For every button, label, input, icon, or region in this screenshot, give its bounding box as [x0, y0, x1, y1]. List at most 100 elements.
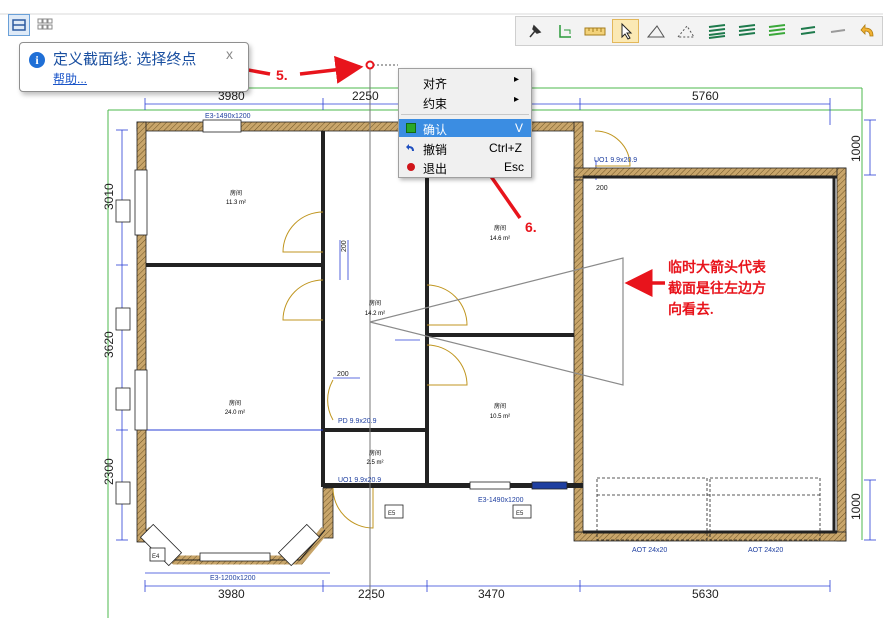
- section-line-tool-button[interactable]: [8, 14, 30, 36]
- stack-layers-button[interactable]: [703, 19, 730, 43]
- help-link[interactable]: 帮助...: [53, 70, 87, 87]
- tooltip-close-button[interactable]: x: [226, 46, 233, 62]
- stack-layers-icon: [708, 24, 725, 39]
- room-4-name: 房间: [229, 399, 241, 407]
- undo-icon: [406, 144, 414, 151]
- e4-label: E4: [152, 554, 160, 560]
- menu-item-undo[interactable]: 撤销 Ctrl+Z: [399, 139, 531, 157]
- pointer-icon: [621, 22, 632, 40]
- menu-item-label: 对齐: [423, 77, 448, 91]
- submenu-arrow-icon: ▸: [514, 94, 520, 105]
- dim-bottom-4: 5630: [692, 587, 719, 601]
- menu-item-label: 撤销: [423, 143, 448, 157]
- ruler-icon: [584, 27, 606, 36]
- dim-bottom-2: 2250: [358, 587, 385, 601]
- snap-corner-icon: [559, 25, 571, 38]
- menu-item-constraint[interactable]: 约束 ▸: [399, 93, 531, 111]
- room-1-area: 11.3 m²: [226, 200, 246, 206]
- dim-left-2: 3620: [102, 331, 116, 358]
- dim-small-1: 200: [596, 185, 608, 192]
- room-2-area: 14.6 m²: [490, 236, 510, 242]
- grid-view-icon: [37, 18, 53, 30]
- menu-item-confirm[interactable]: 确认 V: [399, 119, 531, 137]
- snap-corner-button[interactable]: [551, 19, 578, 43]
- grid-view-button[interactable]: [34, 14, 56, 36]
- stack-layers-alt-button[interactable]: [733, 19, 760, 43]
- undo-arrow-icon: [860, 23, 874, 37]
- room-3-area: 14.2 m²: [365, 311, 385, 317]
- note-line-3: 向看去.: [668, 301, 714, 318]
- triangle-icon: [646, 25, 665, 38]
- double-line-button[interactable]: [794, 19, 821, 43]
- pin-button[interactable]: [521, 19, 548, 43]
- room-1-name: 房间: [230, 189, 242, 197]
- toolbar-right: [515, 16, 883, 46]
- door-label-1: UO1 9.9x20.9: [594, 157, 637, 164]
- triangle-button[interactable]: [642, 19, 669, 43]
- context-menu: 对齐 ▸ 约束 ▸ 确认 V 撤销 Ctrl+Z 退出 Esc: [398, 68, 532, 178]
- section-line-icon: [12, 19, 26, 31]
- window-label-bottom-mid: E3-1490x1200: [478, 497, 524, 504]
- dim-left-3: 2300: [102, 458, 116, 485]
- dim-small-3: 200: [341, 240, 348, 252]
- dim-top-2: 2250: [352, 89, 379, 103]
- menu-separator: [401, 114, 529, 115]
- dim-top-3: 5760: [692, 89, 719, 103]
- menu-item-label: 退出: [423, 162, 448, 176]
- ruler-button[interactable]: [582, 19, 609, 43]
- step-5-label: 5.: [276, 67, 288, 83]
- room-5-name: 房间: [494, 402, 506, 410]
- bay-window: [139, 523, 329, 567]
- door-label-pd: PD 9.9x20.9: [338, 418, 377, 425]
- aot-label-1: AOT 24x20: [632, 547, 667, 554]
- dashed-triangle-icon: [677, 25, 696, 38]
- dim-small-2: 200: [337, 371, 349, 378]
- menu-item-shortcut: Ctrl+Z: [489, 141, 522, 155]
- inner-walls: [146, 131, 837, 534]
- note-line-2: 截面是往左边方: [668, 280, 766, 297]
- stack-layers-green-button[interactable]: [764, 19, 791, 43]
- double-line-icon: [800, 26, 815, 35]
- section-endpoint-marker: [365, 60, 375, 70]
- menu-item-shortcut: Esc: [504, 160, 525, 174]
- temporary-big-arrow: [369, 257, 624, 386]
- undo-arrow-button[interactable]: [855, 19, 882, 43]
- submenu-arrow-icon: ▸: [514, 74, 520, 85]
- menu-item-shortcut: V: [515, 121, 524, 135]
- red-dot-icon: [407, 163, 415, 171]
- dim-bottom-1: 3980: [218, 587, 245, 601]
- window-label-bottom: E3-1200x1200: [210, 575, 256, 582]
- menu-item-label: 确认: [423, 123, 448, 137]
- menu-item-align[interactable]: 对齐 ▸: [399, 73, 531, 91]
- menu-item-exit[interactable]: 退出 Esc: [399, 158, 531, 176]
- step-6-label: 6.: [525, 219, 537, 235]
- room-3-name: 房间: [369, 299, 381, 307]
- e5-label-1: E5: [388, 511, 396, 517]
- walls: [136, 121, 847, 543]
- dim-right-1: 1000: [849, 135, 863, 162]
- single-line-button[interactable]: [824, 19, 851, 43]
- window-label-top: E3-1490x1200: [205, 113, 251, 120]
- stack-layers-alt-icon: [738, 24, 756, 36]
- dashed-triangle-button[interactable]: [673, 19, 700, 43]
- room-6-area: 2.5 m²: [366, 460, 383, 466]
- note-line-1: 临时大箭头代表: [668, 259, 767, 276]
- room-6-name: 房间: [369, 449, 381, 457]
- info-icon: i: [29, 52, 45, 68]
- menu-item-label: 约束: [423, 97, 448, 111]
- aot-label-2: AOT 24x20: [748, 547, 783, 554]
- single-line-icon: [830, 29, 846, 33]
- room-5-area: 10.5 m²: [490, 414, 510, 420]
- stack-layers-green-icon: [769, 24, 786, 36]
- pin-icon: [529, 24, 542, 38]
- room-2-name: 房间: [494, 224, 506, 232]
- dim-right-2: 1000: [849, 493, 863, 520]
- instruction-tooltip: i 定义截面线: 选择终点 帮助... x: [19, 42, 249, 92]
- room-4-area: 24.0 m²: [225, 410, 245, 416]
- pointer-button[interactable]: [611, 19, 640, 43]
- tooltip-text: 定义截面线: 选择终点: [53, 51, 197, 68]
- toolbar-left: [8, 14, 56, 36]
- dim-bottom-3: 3470: [478, 587, 505, 601]
- dim-left-1: 3010: [102, 183, 116, 210]
- e5-label-2: E5: [516, 511, 524, 517]
